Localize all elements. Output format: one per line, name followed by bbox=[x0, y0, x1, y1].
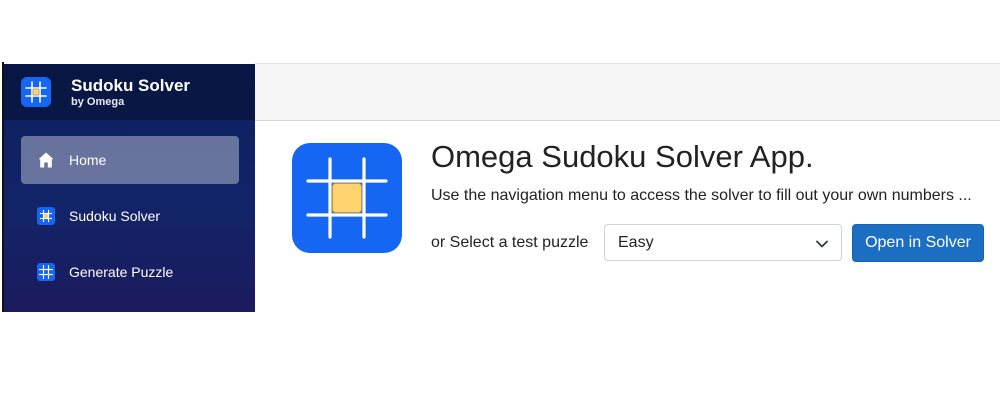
sidebar-item-home[interactable]: Home bbox=[21, 136, 239, 184]
page-title: Omega Sudoku Solver App. bbox=[431, 139, 814, 174]
sudoku-grid-icon bbox=[21, 77, 51, 107]
sidebar-item-generate-puzzle[interactable]: Generate Puzzle bbox=[21, 248, 239, 296]
puzzle-select-value: Easy bbox=[618, 233, 654, 251]
sidebar-item-label: Sudoku Solver bbox=[69, 208, 161, 224]
sidebar-nav: Home Sudoku Solver Generate Puzzle bbox=[4, 120, 255, 296]
grid-generate-icon bbox=[37, 263, 55, 281]
sidebar-brand[interactable]: Sudoku Solver by Omega bbox=[4, 64, 255, 120]
chevron-down-icon bbox=[816, 240, 828, 248]
puzzle-select[interactable]: Easy bbox=[604, 224, 842, 261]
sudoku-grid-logo bbox=[292, 143, 402, 253]
app-name: Sudoku Solver bbox=[71, 75, 191, 95]
sidebar-item-sudoku-solver[interactable]: Sudoku Solver bbox=[21, 192, 239, 240]
app-byline: by Omega bbox=[71, 95, 125, 108]
page-description: Use the navigation menu to access the so… bbox=[431, 187, 972, 204]
sidebar-item-label: Home bbox=[69, 152, 107, 168]
top-row bbox=[255, 63, 1000, 121]
open-in-solver-button[interactable]: Open in Solver bbox=[852, 224, 984, 262]
sidebar: Sudoku Solver by Omega Home Sudoku Solve… bbox=[4, 64, 255, 312]
sidebar-item-label: Generate Puzzle bbox=[69, 264, 174, 280]
sudoku-grid-icon bbox=[37, 207, 55, 225]
home-icon bbox=[38, 152, 54, 168]
puzzle-select-label: or Select a test puzzle bbox=[431, 234, 589, 251]
